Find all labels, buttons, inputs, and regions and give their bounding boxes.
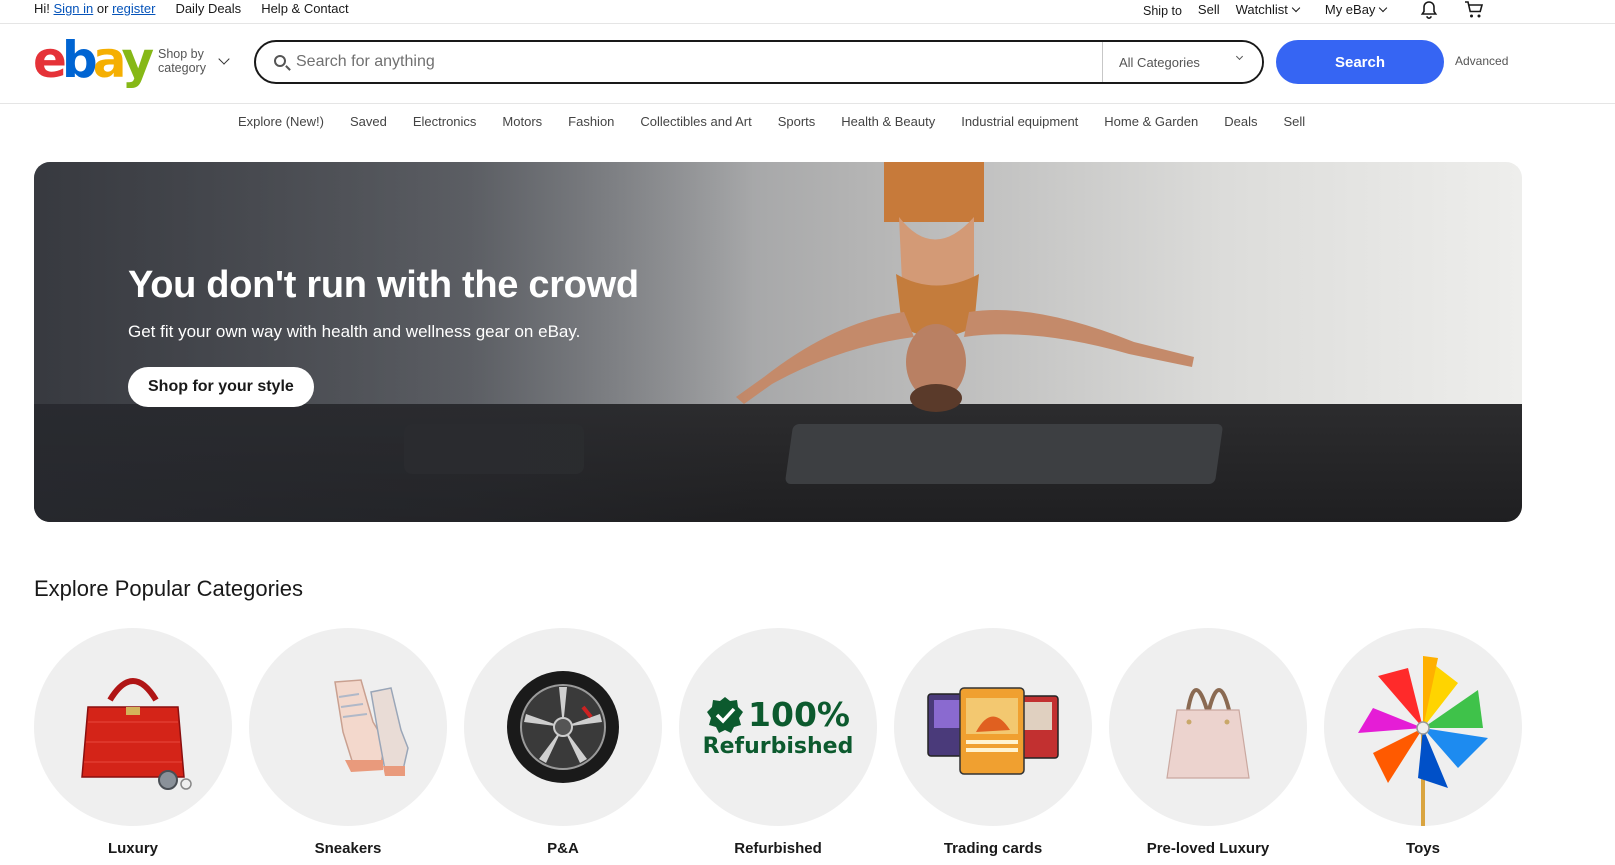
hero-athlete-image [736, 162, 1194, 412]
category-toys[interactable]: Toys [1324, 628, 1522, 857]
nav-item[interactable]: Collectibles and Art [640, 114, 751, 129]
nav-item[interactable]: Health & Beauty [841, 114, 935, 129]
category-pre-loved-luxury[interactable]: Pre-loved Luxury [1109, 628, 1307, 857]
my-ebay-label: My eBay [1324, 2, 1376, 17]
top-utility-bar: Hi! Sign in or register Daily Deals Help… [0, 0, 1615, 24]
nav-item[interactable]: Electronics [413, 114, 477, 129]
pinwheel-icon [1324, 628, 1522, 826]
logo-letter-a: a [92, 31, 127, 89]
help-contact-link[interactable]: Help & Contact [261, 1, 348, 16]
badge-percent: 100% [748, 695, 850, 734]
chevron-down-icon [1291, 3, 1301, 12]
shop-for-your-style-button[interactable]: Shop for your style [128, 367, 314, 407]
nav-item[interactable]: Sell [1283, 114, 1305, 129]
watchlist-menu[interactable]: Watchlist [1235, 2, 1301, 17]
logo-letter-b: b [61, 31, 98, 89]
topbar-left: Hi! Sign in or register Daily Deals Help… [34, 0, 349, 17]
search-button[interactable]: Search [1276, 40, 1444, 84]
watchlist-label: Watchlist [1235, 2, 1288, 17]
chevron-down-icon[interactable] [218, 53, 230, 65]
category-select-value: All Categories [1119, 54, 1200, 70]
section-title: Explore Popular Categories [34, 576, 304, 601]
chevron-down-icon [1379, 3, 1388, 12]
trading-cards-icon [894, 628, 1092, 826]
ebay-logo[interactable]: ebay [33, 31, 154, 89]
category-label: Luxury [107, 840, 158, 857]
cart-icon[interactable] [1464, 0, 1484, 19]
sell-link[interactable]: Sell [1198, 2, 1220, 17]
logo-letter-y: y [121, 31, 154, 89]
category-label: Sneakers [314, 840, 382, 857]
shop-by-line1: Shop by [158, 47, 204, 61]
ship-to-button[interactable]: Ship to [1143, 4, 1182, 18]
sign-in-link[interactable]: Sign in [54, 1, 94, 16]
handbag-icon [34, 628, 232, 826]
popular-categories: Luxury Sneakers P&A 100% Refurbished Ref… [34, 628, 1539, 857]
tote-bag-icon [1109, 628, 1307, 826]
category-nav: Explore (New!) Saved Electronics Motors Fash… [238, 114, 1331, 129]
category-pa[interactable]: P&A [464, 628, 662, 857]
hero-subtitle: Get fit your own way with health and wel… [128, 322, 581, 341]
advanced-search-link[interactable]: Advanced [1455, 54, 1508, 68]
category-trading-cards[interactable]: Trading cards [894, 628, 1092, 857]
hero-shade [34, 162, 754, 522]
my-ebay-menu[interactable]: My eBay [1324, 2, 1388, 17]
search-bar: All Categories [254, 40, 1264, 84]
greeting-text: Hi! [34, 1, 50, 16]
header-divider [0, 103, 1615, 104]
shop-by-category-button[interactable]: Shop by category [158, 47, 206, 75]
nav-item[interactable]: Saved [350, 114, 387, 129]
category-label: Toys [1406, 840, 1440, 857]
nav-item[interactable]: Explore (New!) [238, 114, 324, 129]
hero-title: You don't run with the crowd [128, 264, 639, 306]
refurbished-badge-icon: 100% Refurbished [679, 628, 877, 826]
sneaker-icon [249, 628, 447, 826]
nav-item[interactable]: Deals [1224, 114, 1257, 129]
category-label: Refurbished [734, 840, 822, 857]
badge-refurbished: Refurbished [702, 734, 854, 759]
register-link[interactable]: register [112, 1, 155, 16]
nav-item[interactable]: Industrial equipment [961, 114, 1078, 129]
nav-item[interactable]: Motors [502, 114, 542, 129]
hero-banner[interactable]: You don't run with the crowd Get fit you… [34, 162, 1522, 522]
category-select[interactable]: All Categories [1102, 42, 1262, 82]
or-text: or [96, 1, 109, 16]
topbar-right: Ship to Sell Watchlist My eBay [1143, 0, 1484, 19]
category-luxury[interactable]: Luxury [34, 628, 232, 857]
daily-deals-link[interactable]: Daily Deals [175, 1, 241, 16]
search-icon [274, 55, 286, 67]
category-sneakers[interactable]: Sneakers [249, 628, 447, 857]
nav-item[interactable]: Fashion [568, 114, 614, 129]
checkmark-seal-icon [707, 696, 744, 733]
category-label: Trading cards [943, 840, 1043, 857]
category-label: Pre-loved Luxury [1146, 840, 1270, 857]
logo-letter-e: e [33, 31, 67, 89]
nav-item[interactable]: Home & Garden [1104, 114, 1198, 129]
wheel-icon [464, 628, 662, 826]
category-label: P&A [547, 840, 579, 857]
category-refurbished[interactable]: 100% Refurbished Refurbished [679, 628, 877, 857]
shop-by-line2: category [158, 61, 206, 75]
bell-icon[interactable] [1420, 0, 1438, 19]
chevron-down-icon [1235, 52, 1244, 61]
nav-item[interactable]: Sports [778, 114, 816, 129]
